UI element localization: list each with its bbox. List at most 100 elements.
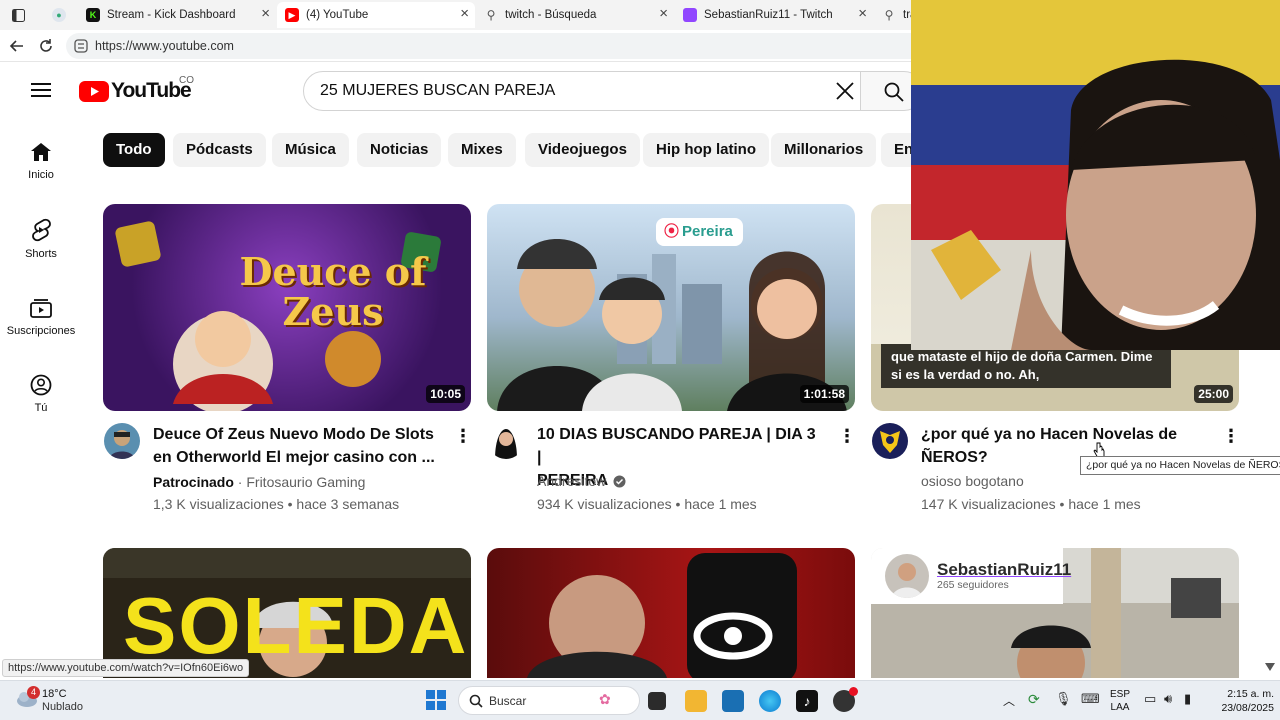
chip-podcasts[interactable]: Pódcasts (173, 133, 266, 167)
back-icon[interactable] (9, 38, 25, 54)
scroll-down-icon[interactable] (1264, 662, 1276, 672)
store-icon[interactable] (722, 690, 744, 712)
chip-hip-hop-latino[interactable]: Hip hop latino (643, 133, 769, 167)
search-highlight-icon: ✿ (599, 691, 611, 707)
tab-label: SebastianRuiz11 - Twitch (704, 9, 833, 21)
video-title-line: ¿por qué ya no Hacen Novelas de (921, 426, 1178, 443)
search-icon (884, 82, 904, 102)
thumbnail-subtitles: que mataste el hijo de doña Carmen. Dime… (881, 344, 1171, 388)
nav-label: Shorts (25, 248, 57, 260)
tab-pinned[interactable]: ● (44, 2, 72, 28)
tab-actions-button[interactable] (4, 2, 28, 28)
status-url: https://www.youtube.com/watch?v=IOfn60Ei… (2, 659, 250, 677)
clock[interactable]: 2:15 a. m. 23/08/2025 (1208, 687, 1274, 715)
tab-twitch-channel[interactable]: SebastianRuiz11 - Twitch × (675, 2, 873, 28)
weather-widget[interactable]: 4 18°C Nublado (14, 686, 94, 715)
channel-name[interactable]: Fritosaurio Gaming (246, 474, 365, 490)
tiktok-icon[interactable]: ♪ (796, 690, 818, 712)
thumbnail-text-line: Zeus (282, 289, 384, 334)
subtitle-line: que mataste el hijo de doña Carmen. Dime (891, 349, 1153, 364)
video-title-line: Deuce Of Zeus Nuevo Modo De Slots (153, 426, 434, 443)
channel-avatar[interactable] (872, 423, 908, 459)
nav-shorts[interactable]: Shorts (0, 218, 82, 260)
clock-date: 23/08/2025 (1221, 702, 1274, 714)
tab-kick-dashboard[interactable]: K Stream - Kick Dashboard × (78, 2, 276, 28)
channel-name[interactable]: osioso bogotano (921, 473, 1024, 489)
video-thumbnail[interactable]: SebastianRuiz11 265 seguidores (871, 548, 1239, 678)
chip-mixes[interactable]: Mixes (448, 133, 516, 167)
chip-noticias[interactable]: Noticias (357, 133, 442, 167)
language-indicator[interactable]: ESP LAA (1110, 688, 1130, 714)
more-actions-icon[interactable]: ⋮ (454, 424, 472, 448)
channel-overlay: SebastianRuiz11 265 seguidores (871, 548, 1071, 604)
video-thumbnail[interactable] (487, 548, 855, 678)
nav-tu[interactable]: Tú (0, 374, 82, 414)
network-icon[interactable]: ▭ (1144, 691, 1156, 707)
taskbar-search[interactable]: Buscar ✿ (458, 686, 640, 715)
chip-todo[interactable]: Todo (103, 133, 165, 167)
clock-time: 2:15 a. m. (1227, 688, 1274, 700)
tab-label: Stream - Kick Dashboard (107, 9, 236, 21)
more-actions-icon[interactable]: ⋮ (1222, 424, 1240, 448)
video-thumbnail[interactable]: Deuce of Zeus 10:05 (103, 204, 471, 411)
video-title[interactable]: Deuce Of Zeus Nuevo Modo De Slots en Oth… (153, 423, 438, 469)
close-icon[interactable]: × (261, 6, 270, 22)
thumbnail-text: SOLEDAD (123, 581, 471, 670)
file-explorer-icon[interactable] (685, 690, 707, 712)
chip-musica[interactable]: Música (272, 133, 349, 167)
windows-start-icon[interactable] (426, 690, 446, 710)
youtube-icon: ▶ (285, 8, 299, 22)
site-info-icon[interactable] (74, 39, 88, 53)
avatar-image (495, 429, 517, 459)
close-icon[interactable]: × (858, 6, 867, 22)
obs-icon[interactable] (833, 687, 858, 712)
video-meta: 147 K visualizaciones • hace 1 mes (921, 496, 1141, 512)
tab-partial[interactable]: ⚲ tra (874, 2, 917, 28)
channel-name[interactable]: Andresitow (537, 473, 606, 489)
windows-taskbar: 4 18°C Nublado Buscar ✿ ♪ ︿ ⟳ 🎙︎ ⌨ ESP L… (0, 680, 1280, 720)
weather-desc: Nublado (42, 701, 83, 713)
battery-icon[interactable]: ▮ (1184, 691, 1191, 707)
taskbar-search-placeholder: Buscar (489, 694, 527, 708)
channel-avatar[interactable] (104, 423, 140, 459)
search-input[interactable]: 25 MUJERES BUSCAN PAREJA (303, 71, 861, 111)
close-icon[interactable]: × (460, 6, 469, 22)
microphone-icon[interactable]: 🎙︎ (1055, 691, 1072, 707)
tab-label: twitch - Búsqueda (505, 9, 597, 21)
youtube-logo[interactable]: YouTube (79, 79, 192, 103)
menu-icon[interactable] (31, 82, 51, 98)
video-thumbnail[interactable]: ⦿ Pereira 1:01:58 (487, 204, 855, 411)
you-icon (30, 374, 52, 396)
reload-icon[interactable] (38, 38, 54, 54)
url-field[interactable]: https://www.youtube.com (66, 33, 966, 59)
sync-icon[interactable]: ⟳ (1028, 691, 1040, 708)
tab-twitch-search[interactable]: ⚲ twitch - Búsqueda × (476, 2, 674, 28)
close-icon[interactable]: × (659, 6, 668, 22)
video-meta: 934 K visualizaciones • hace 1 mes (537, 496, 757, 512)
clear-search-icon[interactable] (836, 82, 854, 100)
channel-avatar[interactable] (488, 423, 524, 459)
webcam-image (911, 0, 1280, 350)
chevron-up-icon[interactable]: ︿ (1003, 692, 1015, 709)
tab-label: (4) YouTube (306, 9, 369, 21)
avatar-image (109, 430, 135, 459)
video-duration: 10:05 (426, 385, 465, 403)
more-actions-icon[interactable]: ⋮ (838, 424, 856, 448)
chip-videojuegos[interactable]: Videojuegos (525, 133, 640, 167)
task-view-icon[interactable] (648, 692, 666, 710)
nav-inicio[interactable]: Inicio (0, 141, 82, 181)
nav-suscripciones[interactable]: Suscripciones (0, 297, 82, 337)
sponsored-label: Patrocinado (153, 474, 234, 490)
chip-millonarios[interactable]: Millonarios (771, 133, 877, 167)
webcam-overlay (911, 0, 1280, 350)
keyboard-icon[interactable]: ⌨ (1081, 691, 1100, 707)
search-icon: ⚲ (486, 8, 496, 22)
edge-icon[interactable] (759, 690, 781, 712)
nav-label: Tú (34, 402, 48, 414)
volume-icon[interactable]: 🔊︎ (1164, 691, 1172, 707)
tab-youtube[interactable]: ▶ (4) YouTube × (277, 2, 475, 28)
tooltip: ¿por qué ya no Hacen Novelas de ÑEROS? (1080, 456, 1280, 475)
location-pin-icon: ⦿ (664, 223, 680, 240)
home-icon (31, 143, 51, 161)
video-duration: 1:01:58 (799, 385, 849, 403)
